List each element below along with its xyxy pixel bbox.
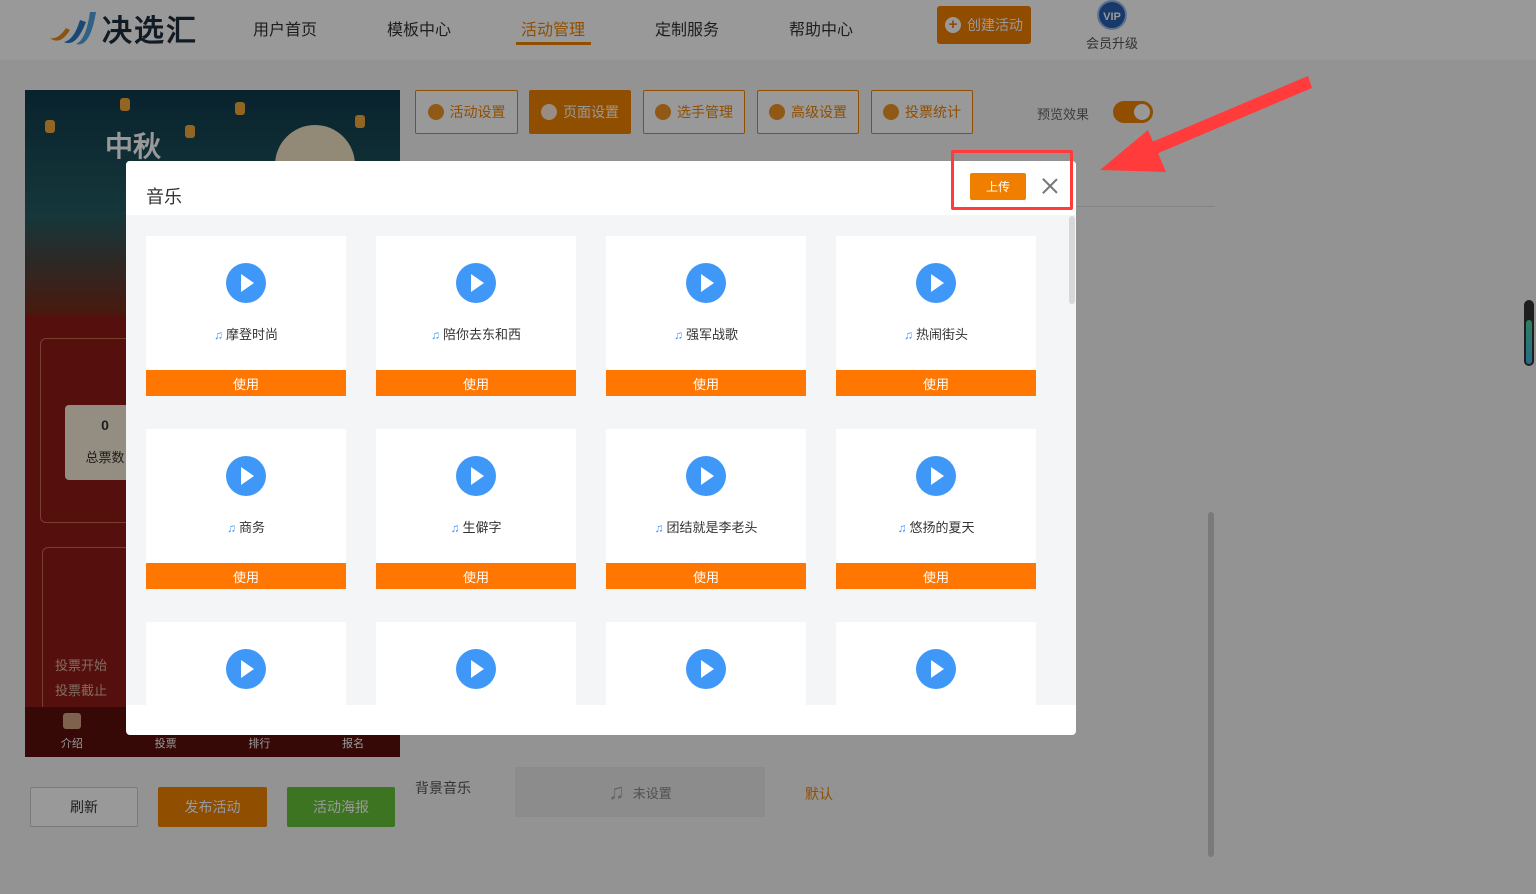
play-icon[interactable] [226, 263, 266, 303]
music-note-icon: ♫ [903, 328, 913, 342]
music-card: ♫ 团结就是李老头 使用 [606, 429, 806, 589]
song-title: 强军战歌 [685, 327, 738, 342]
use-button[interactable]: 使用 [606, 370, 806, 396]
use-button[interactable]: 使用 [146, 563, 346, 589]
song-name: ♫ 悠扬的夏天 [836, 517, 1036, 536]
music-card: ♫ 摩登时尚 使用 [146, 236, 346, 396]
music-note-icon: ♫ [430, 328, 440, 342]
annotation-arrow-icon [1100, 76, 1312, 172]
music-card: ♫ 商务 使用 [146, 429, 346, 589]
play-icon[interactable] [226, 456, 266, 496]
music-card: ♫ 强军战歌 使用 [606, 236, 806, 396]
song-title: 团结就是李老头 [666, 520, 758, 535]
play-icon[interactable] [226, 649, 266, 689]
song-title: 悠扬的夏天 [909, 520, 975, 535]
play-icon[interactable] [456, 456, 496, 496]
modal-header: 音乐 上传 [126, 161, 1076, 215]
play-icon[interactable] [916, 263, 956, 303]
music-card [376, 622, 576, 705]
music-note-icon: ♫ [450, 521, 460, 535]
highlight-box [951, 150, 1073, 210]
play-icon[interactable] [686, 649, 726, 689]
song-name: ♫ 商务 [146, 517, 346, 536]
song-title: 热闹街头 [915, 327, 968, 342]
use-button[interactable]: 使用 [606, 563, 806, 589]
music-note-icon: ♫ [213, 328, 223, 342]
music-card: ♫ 生僻字 使用 [376, 429, 576, 589]
music-list[interactable]: ♫ 摩登时尚 使用 ♫ 陪你去东和西 使用 ♫ 强军战歌 使用 ♫ 热闹街头 使用 ♫ 商… [126, 215, 1076, 705]
use-button[interactable]: 使用 [836, 563, 1036, 589]
play-icon[interactable] [686, 263, 726, 303]
use-button[interactable]: 使用 [146, 370, 346, 396]
song-title: 摩登时尚 [225, 327, 278, 342]
song-name: ♫ 热闹街头 [836, 324, 1036, 343]
music-note-icon: ♫ [673, 328, 683, 342]
music-note-icon: ♫ [654, 521, 664, 535]
song-name: ♫ 生僻字 [376, 517, 576, 536]
song-name: ♫ 摩登时尚 [146, 324, 346, 343]
music-modal: 音乐 上传 ♫ 摩登时尚 使用 ♫ 陪你去东和西 使用 ♫ 强军战歌 使用 ♫ 热闹街头… [126, 161, 1076, 735]
play-icon[interactable] [916, 456, 956, 496]
song-name: ♫ 强军战歌 [606, 324, 806, 343]
music-card: ♫ 陪你去东和西 使用 [376, 236, 576, 396]
play-icon[interactable] [686, 456, 726, 496]
song-name: ♫ 陪你去东和西 [376, 324, 576, 343]
music-card [836, 622, 1036, 705]
use-button[interactable]: 使用 [376, 563, 576, 589]
use-button[interactable]: 使用 [836, 370, 1036, 396]
song-title: 生僻字 [462, 520, 502, 535]
modal-title: 音乐 [146, 187, 182, 207]
music-card [606, 622, 806, 705]
music-card: ♫ 悠扬的夏天 使用 [836, 429, 1036, 589]
music-note-icon: ♫ [226, 521, 236, 535]
use-button[interactable]: 使用 [376, 370, 576, 396]
music-card [146, 622, 346, 705]
play-icon[interactable] [456, 649, 496, 689]
song-title: 陪你去东和西 [442, 327, 521, 342]
music-note-icon: ♫ [897, 521, 907, 535]
play-icon[interactable] [916, 649, 956, 689]
song-name: ♫ 团结就是李老头 [606, 517, 806, 536]
play-icon[interactable] [456, 263, 496, 303]
music-card: ♫ 热闹街头 使用 [836, 236, 1036, 396]
modal-scrollbar[interactable] [1069, 216, 1075, 304]
song-title: 商务 [238, 520, 265, 535]
